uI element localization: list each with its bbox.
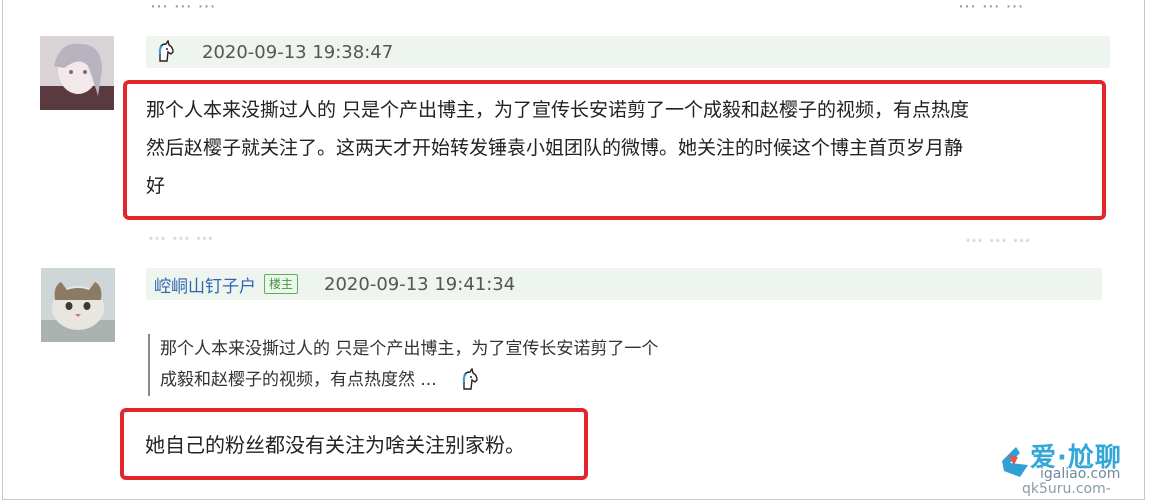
- reply-text: 她自己的粉丝都没有关注为啥关注别家粉。: [145, 433, 525, 457]
- comment-timestamp: 2020-09-13 19:41:34: [324, 273, 516, 295]
- username-link[interactable]: 崆峒山钉子户: [154, 272, 256, 297]
- watermark-url-secondary: qk5uru.com-: [1022, 481, 1111, 497]
- unicorn-icon: [458, 368, 482, 390]
- comment-line: 然后赵樱子就关注了。这两天才开始转发锤袁小姐团队的微博。她关注的时候这个博主首页…: [146, 137, 964, 159]
- quote-line: 那个人本来没撕过人的 只是个产出博主，为了宣传长安诺剪了一个: [160, 339, 659, 359]
- comment-header: 崆峒山钉子户 楼主 2020-09-13 19:41:34: [146, 268, 1102, 300]
- previous-comment-footer-right: ⋯ ⋯ ⋯: [958, 0, 1024, 17]
- quote-line: 成毅和赵樱子的视频，有点热度然 ...: [160, 365, 800, 396]
- previous-comment-footer-left: ⋯ ⋯ ⋯: [150, 0, 216, 17]
- comment-timestamp: 2020-09-13 19:38:47: [202, 41, 394, 63]
- unicorn-icon: [154, 40, 178, 64]
- quote-line-text: 成毅和赵樱子的视频，有点热度然 ...: [160, 370, 437, 390]
- watermark-logo-icon: [1002, 447, 1028, 477]
- quoted-reply: 那个人本来没撕过人的 只是个产出博主，为了宣传长安诺剪了一个 成毅和赵樱子的视频…: [148, 334, 800, 396]
- comment-header: 2020-09-13 19:38:47: [146, 36, 1110, 68]
- comment-body: 那个人本来没撕过人的 只是个产出博主，为了宣传长安诺剪了一个成毅和赵樱子的视频，…: [146, 91, 1096, 205]
- comment-footer-left: ⋯ ⋯ ⋯: [148, 228, 214, 249]
- comment-line: 那个人本来没撕过人的 只是个产出博主，为了宣传长安诺剪了一个成毅和赵樱子的视频，…: [146, 99, 970, 121]
- avatar[interactable]: [41, 268, 115, 342]
- avatar[interactable]: [40, 36, 114, 110]
- op-badge: 楼主: [264, 274, 299, 294]
- site-watermark: 爱·尬聊 igaliao.com qk5uru.com-: [1000, 437, 1146, 499]
- comment-footer-right: ⋯ ⋯ ⋯: [965, 230, 1031, 251]
- comment-line: 好: [146, 175, 166, 197]
- watermark-url: igaliao.com: [1040, 466, 1121, 482]
